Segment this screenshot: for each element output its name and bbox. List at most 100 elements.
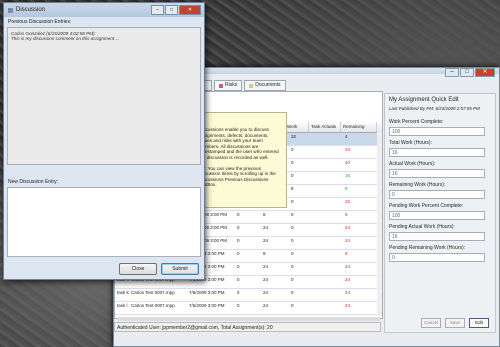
- field-input[interactable]: 16: [389, 232, 485, 241]
- table-row[interactable]: task l Carlos Test 0007.mpp 7/6/2009 3:00 …: [115, 302, 382, 315]
- field-label: Total Work (Hours):: [389, 140, 432, 146]
- table-cell: 0: [291, 199, 294, 204]
- discussion-help-tooltip: ? Discussions enable you to discuss assi…: [193, 112, 287, 208]
- table-cell: 24: [345, 290, 351, 295]
- documents-icon: [249, 83, 254, 88]
- table-cell: 7/6/2009 3:00 PM: [189, 290, 225, 295]
- table-cell: 8: [345, 186, 348, 191]
- dialog-window-icon: [8, 7, 13, 13]
- tooltip-tip: Tip: You can view the previous discussio…: [199, 165, 276, 188]
- quick-edit-title: My Assignment Quick Edit: [389, 97, 459, 103]
- maximize-button[interactable]: □: [460, 68, 474, 77]
- table-cell: 0: [237, 212, 240, 217]
- table-cell: 0: [291, 212, 294, 217]
- dialog-titlebar: Discussion – □ ✕: [4, 3, 204, 17]
- table-cell: 16: [345, 173, 351, 178]
- previous-entries-textbox[interactable]: Carlos Gonzalez (6/15/2009 4:02:58 PM): …: [7, 27, 201, 165]
- table-cell: 24: [345, 277, 351, 282]
- table-cell: 0: [237, 277, 240, 282]
- minimize-button[interactable]: –: [151, 5, 164, 15]
- cancel-button[interactable]: Cancel: [421, 318, 441, 328]
- dialog-window-controls: – □ ✕: [151, 5, 201, 15]
- save-button[interactable]: Save: [445, 318, 465, 328]
- table-cell: 0: [237, 238, 240, 243]
- table-cell: task l: [117, 303, 128, 308]
- quick-edit-fields: Work Percent Complete: 100 Total Work (Hou…: [385, 119, 495, 262]
- previous-entries-label: Previous Discussion Entries:: [8, 19, 72, 25]
- table-cell: 32: [291, 134, 297, 139]
- tab-label: Documents: [255, 82, 281, 88]
- table-cell: 0: [291, 251, 294, 256]
- field-label: Work Percent Complete:: [389, 119, 444, 125]
- previous-entry-body: This is my discussion comment on this as…: [11, 36, 120, 41]
- close-button[interactable]: ✕: [179, 5, 201, 15]
- grid-horizontal-scrollbar[interactable]: [118, 317, 380, 321]
- table-cell: 24: [263, 290, 269, 295]
- table-cell: task k: [117, 290, 129, 295]
- table-cell: 24: [345, 238, 351, 243]
- table-cell: 0: [237, 264, 240, 269]
- field-label: Pending Work Percent Complete:: [389, 203, 464, 209]
- last-published-label: Last Published By PM: 6/23/2009 2:57:05 …: [389, 106, 480, 111]
- table-cell: 8: [291, 186, 294, 191]
- table-cell: 0: [291, 225, 294, 230]
- quick-edit-buttons: Cancel Save Edit: [385, 318, 495, 328]
- table-cell: 24: [345, 303, 351, 308]
- table-cell: 24: [263, 277, 269, 282]
- field-label: Pending Actual Work (Hours):: [389, 224, 455, 230]
- table-cell: 0: [291, 160, 294, 165]
- field-label: Actual Work (Hours):: [389, 161, 436, 167]
- edit-button[interactable]: Edit: [469, 318, 489, 328]
- dialog-title: Discussion: [16, 7, 46, 13]
- tab-strip: Risks Documents: [202, 80, 286, 91]
- table-cell: 24: [263, 264, 269, 269]
- field-input[interactable]: 100: [389, 211, 485, 220]
- tab-documents[interactable]: Documents: [244, 80, 286, 91]
- grid-header-cell[interactable]: Task Actuals: [309, 122, 341, 132]
- table-cell: 24: [345, 147, 351, 152]
- new-entry-label: New Discussion Entry:: [8, 179, 59, 185]
- table-cell: 8: [263, 251, 266, 256]
- table-cell: 0: [291, 290, 294, 295]
- table-row[interactable]: task kCarlos Test 0007.mpp 7/6/2009 3:00 …: [115, 289, 382, 302]
- dialog-buttons: Close Submit: [119, 263, 199, 275]
- table-cell: 24: [263, 225, 269, 230]
- quick-edit-panel: My Assignment Quick Edit Last Published …: [384, 93, 496, 333]
- submit-button[interactable]: Submit: [161, 263, 199, 275]
- field-input[interactable]: 16: [389, 169, 485, 178]
- table-cell: 24: [345, 225, 351, 230]
- table-cell: 0: [237, 225, 240, 230]
- maximize-button[interactable]: □: [165, 5, 178, 15]
- tab-label: Risks: [225, 82, 238, 88]
- table-cell: 0: [291, 173, 294, 178]
- minimize-button[interactable]: –: [445, 68, 459, 77]
- table-cell: 8: [345, 251, 348, 256]
- table-cell: 0: [237, 303, 240, 308]
- main-window-controls: – □ ✕: [445, 68, 495, 77]
- close-dialog-button[interactable]: Close: [119, 263, 157, 275]
- table-cell: Carlos Test 0007.mpp: [131, 303, 175, 308]
- table-cell: Carlos Test 0007.mpp: [131, 290, 175, 295]
- field-input[interactable]: 16: [389, 148, 485, 157]
- table-cell: 24: [345, 264, 351, 269]
- table-cell: 24: [263, 238, 269, 243]
- table-cell: 0: [237, 251, 240, 256]
- new-entry-textbox[interactable]: [7, 187, 201, 257]
- tab-risks[interactable]: Risks: [214, 80, 243, 91]
- status-bar: Authenticated User: jppmember2@gmail.com…: [114, 322, 381, 332]
- table-cell: 0: [237, 290, 240, 295]
- table-cell: 32: [345, 199, 351, 204]
- close-button[interactable]: ✕: [475, 68, 495, 77]
- field-input[interactable]: 0: [389, 190, 485, 199]
- table-cell: 4: [345, 134, 348, 139]
- table-cell: 7/6/2009 3:00 PM: [189, 303, 225, 308]
- field-input[interactable]: 100: [389, 127, 485, 136]
- grid-header-cell[interactable]: Work: [285, 122, 309, 132]
- grid-header-cell[interactable]: Remaining: [341, 122, 377, 132]
- table-cell: 0: [291, 264, 294, 269]
- field-input[interactable]: 0: [389, 253, 485, 262]
- grid-vertical-scrollbar[interactable]: [377, 132, 382, 316]
- tooltip-paragraph: Discussions enable you to discuss assign…: [199, 127, 279, 160]
- table-cell: 8: [263, 212, 266, 217]
- table-cell: 0: [291, 147, 294, 152]
